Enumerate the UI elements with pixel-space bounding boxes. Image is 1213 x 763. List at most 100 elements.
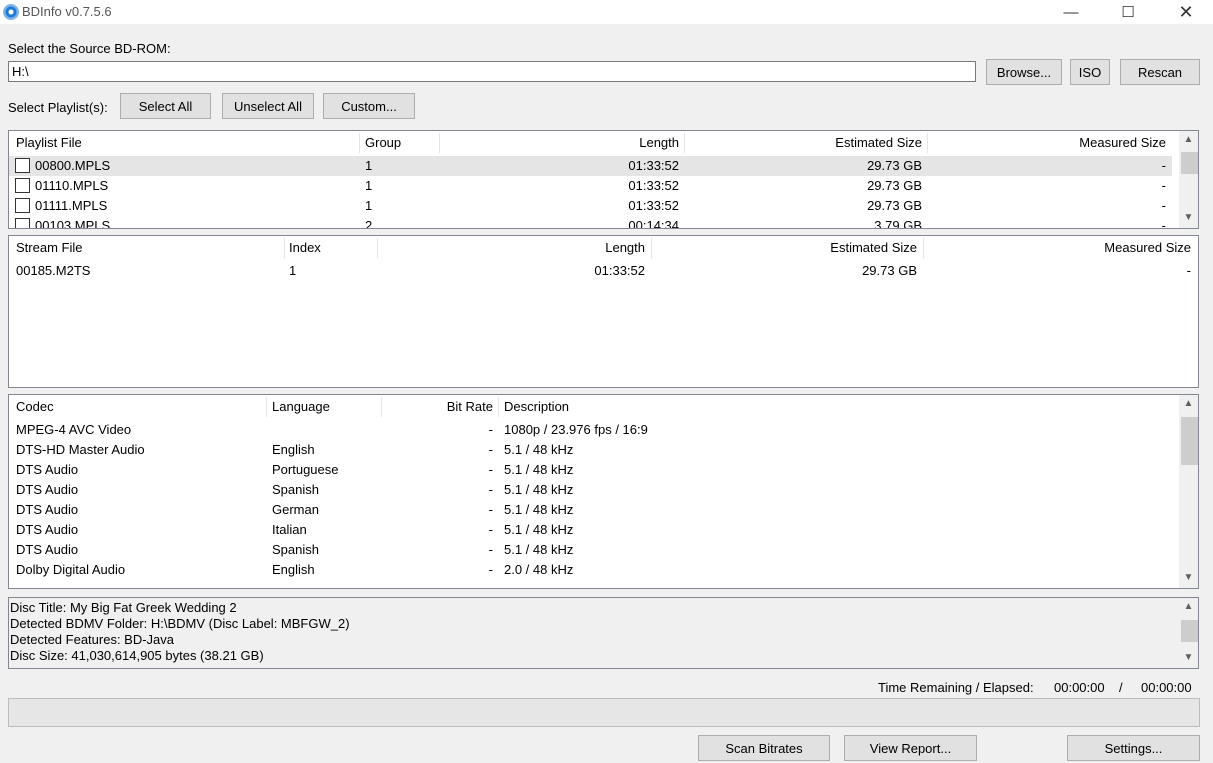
codec-bit-rate: - xyxy=(488,422,493,437)
time-separator: / xyxy=(1119,680,1123,695)
codec-name: DTS-HD Master Audio xyxy=(16,442,145,457)
playlist-estimated-size: 29.73 GB xyxy=(867,178,922,193)
disc-title-line: Disc Title: My Big Fat Greek Wedding 2 xyxy=(10,600,237,615)
playlist-checkbox[interactable] xyxy=(15,178,30,193)
column-header-description[interactable]: Description xyxy=(504,395,569,419)
codec-bit-rate: - xyxy=(488,442,493,457)
codec-name: DTS Audio xyxy=(16,522,79,537)
column-header-codec[interactable]: Codec xyxy=(16,395,54,419)
playlist-length: 01:33:52 xyxy=(628,198,679,213)
scroll-up-icon[interactable]: ▲ xyxy=(1179,395,1198,412)
scroll-thumb[interactable] xyxy=(1181,620,1198,642)
scroll-thumb[interactable] xyxy=(1181,152,1198,174)
codec-bit-rate: - xyxy=(488,462,493,477)
bdmv-folder-line: Detected BDMV Folder: H:\BDMV (Disc Labe… xyxy=(10,616,350,631)
scroll-thumb[interactable] xyxy=(1181,417,1198,465)
unselect-all-button[interactable]: Unselect All xyxy=(222,93,314,119)
codec-bit-rate: - xyxy=(488,542,493,557)
iso-button[interactable]: ISO xyxy=(1070,59,1110,85)
playlist-file: 00103.MPLS xyxy=(35,218,111,229)
playlist-measured-size: - xyxy=(1161,178,1166,193)
codec-description: 2.0 / 48 kHz xyxy=(504,562,574,577)
column-header-length[interactable]: Length xyxy=(379,236,645,260)
codec-description: 5.1 / 48 kHz xyxy=(504,522,574,537)
codec-bit-rate: - xyxy=(488,522,493,537)
settings-button[interactable]: Settings... xyxy=(1067,735,1200,761)
codec-name: DTS Audio xyxy=(16,542,79,557)
playlist-checkbox[interactable] xyxy=(15,198,30,213)
codec-language: Italian xyxy=(272,522,307,537)
bdinfo-disc-icon xyxy=(3,4,19,20)
scan-progress-bar xyxy=(8,698,1200,727)
minimize-icon[interactable]: — xyxy=(1048,0,1094,24)
rescan-button[interactable]: Rescan xyxy=(1120,59,1200,85)
playlist-scrollbar[interactable]: ▲ ▼ xyxy=(1179,131,1198,228)
source-path-input[interactable] xyxy=(8,61,976,82)
column-header-bit-rate[interactable]: Bit Rate xyxy=(383,395,493,419)
stream-list[interactable]: Stream File Index Length Estimated Size … xyxy=(8,235,1199,388)
codec-description: 5.1 / 48 kHz xyxy=(504,482,574,497)
column-header-stream-file[interactable]: Stream File xyxy=(16,236,82,260)
codec-language: Portuguese xyxy=(272,462,339,477)
column-header-measured-size[interactable]: Measured Size xyxy=(925,236,1191,260)
codec-description: 5.1 / 48 kHz xyxy=(504,542,574,557)
playlist-file: 00800.MPLS xyxy=(35,158,111,173)
codec-name: MPEG-4 AVC Video xyxy=(16,422,132,437)
select-playlists-label: Select Playlist(s): xyxy=(8,100,108,115)
scroll-down-icon[interactable]: ▼ xyxy=(1179,209,1198,226)
scroll-down-icon[interactable]: ▼ xyxy=(1179,649,1198,666)
close-icon[interactable]: ✕ xyxy=(1163,0,1209,24)
playlist-checkbox[interactable] xyxy=(15,218,30,228)
view-report-button[interactable]: View Report... xyxy=(844,735,977,761)
codec-bit-rate: - xyxy=(488,502,493,517)
scan-bitrates-button[interactable]: Scan Bitrates xyxy=(698,735,830,761)
scroll-down-icon[interactable]: ▼ xyxy=(1179,569,1198,586)
custom-button[interactable]: Custom... xyxy=(323,93,415,119)
time-label: Time Remaining / Elapsed: xyxy=(878,680,1034,695)
column-header-language[interactable]: Language xyxy=(272,395,330,419)
disc-info-scrollbar[interactable]: ▲ ▼ xyxy=(1179,598,1198,668)
codec-list[interactable]: Codec Language Bit Rate Description MPEG… xyxy=(8,394,1199,589)
playlist-length: 01:33:52 xyxy=(628,158,679,173)
playlist-list[interactable]: Playlist File Group Length Estimated Siz… xyxy=(8,130,1199,229)
column-header-length[interactable]: Length xyxy=(441,131,679,155)
playlist-length: 01:33:52 xyxy=(628,178,679,193)
stream-file: 00185.M2TS xyxy=(16,263,91,278)
stream-measured-size: - xyxy=(1186,263,1191,278)
browse-button[interactable]: Browse... xyxy=(986,59,1062,85)
codec-description: 5.1 / 48 kHz xyxy=(504,502,574,517)
features-line: Detected Features: BD-Java xyxy=(10,632,175,647)
codec-scrollbar[interactable]: ▲ ▼ xyxy=(1179,395,1198,588)
scroll-up-icon[interactable]: ▲ xyxy=(1179,598,1198,615)
stream-length: 01:33:52 xyxy=(594,263,645,278)
column-header-estimated-size[interactable]: Estimated Size xyxy=(653,236,917,260)
select-all-button[interactable]: Select All xyxy=(120,93,211,119)
column-header-group[interactable]: Group xyxy=(365,131,401,155)
scroll-up-icon[interactable]: ▲ xyxy=(1179,131,1198,148)
title-bar xyxy=(0,0,1213,24)
time-remaining: 00:00:00 xyxy=(1054,680,1105,695)
column-header-index[interactable]: Index xyxy=(289,236,321,260)
column-header-playlist-file[interactable]: Playlist File xyxy=(16,131,82,155)
playlist-group: 1 xyxy=(365,158,373,173)
codec-name: DTS Audio xyxy=(16,462,79,477)
maximize-icon[interactable]: ☐ xyxy=(1105,0,1151,24)
codec-bit-rate: - xyxy=(488,562,493,577)
playlist-checkbox[interactable] xyxy=(15,158,30,173)
window-title: BDInfo v0.7.5.6 xyxy=(22,4,112,19)
source-label: Select the Source BD-ROM: xyxy=(8,41,171,56)
disc-info-box[interactable]: Disc Title: My Big Fat Greek Wedding 2 D… xyxy=(8,597,1199,669)
codec-language: English xyxy=(272,562,315,577)
playlist-measured-size: - xyxy=(1161,198,1166,213)
column-header-estimated-size[interactable]: Estimated Size xyxy=(685,131,922,155)
codec-description: 1080p / 23.976 fps / 16:9 xyxy=(504,422,648,437)
playlist-measured-size: - xyxy=(1161,218,1166,229)
column-header-measured-size[interactable]: Measured Size xyxy=(929,131,1166,155)
codec-name: DTS Audio xyxy=(16,482,79,497)
codec-description: 5.1 / 48 kHz xyxy=(504,442,574,457)
stream-estimated-size: 29.73 GB xyxy=(862,263,917,278)
codec-language: Spanish xyxy=(272,542,319,557)
playlist-estimated-size: 3.79 GB xyxy=(874,218,922,229)
playlist-estimated-size: 29.73 GB xyxy=(867,198,922,213)
playlist-file: 01110.MPLS xyxy=(35,178,109,193)
